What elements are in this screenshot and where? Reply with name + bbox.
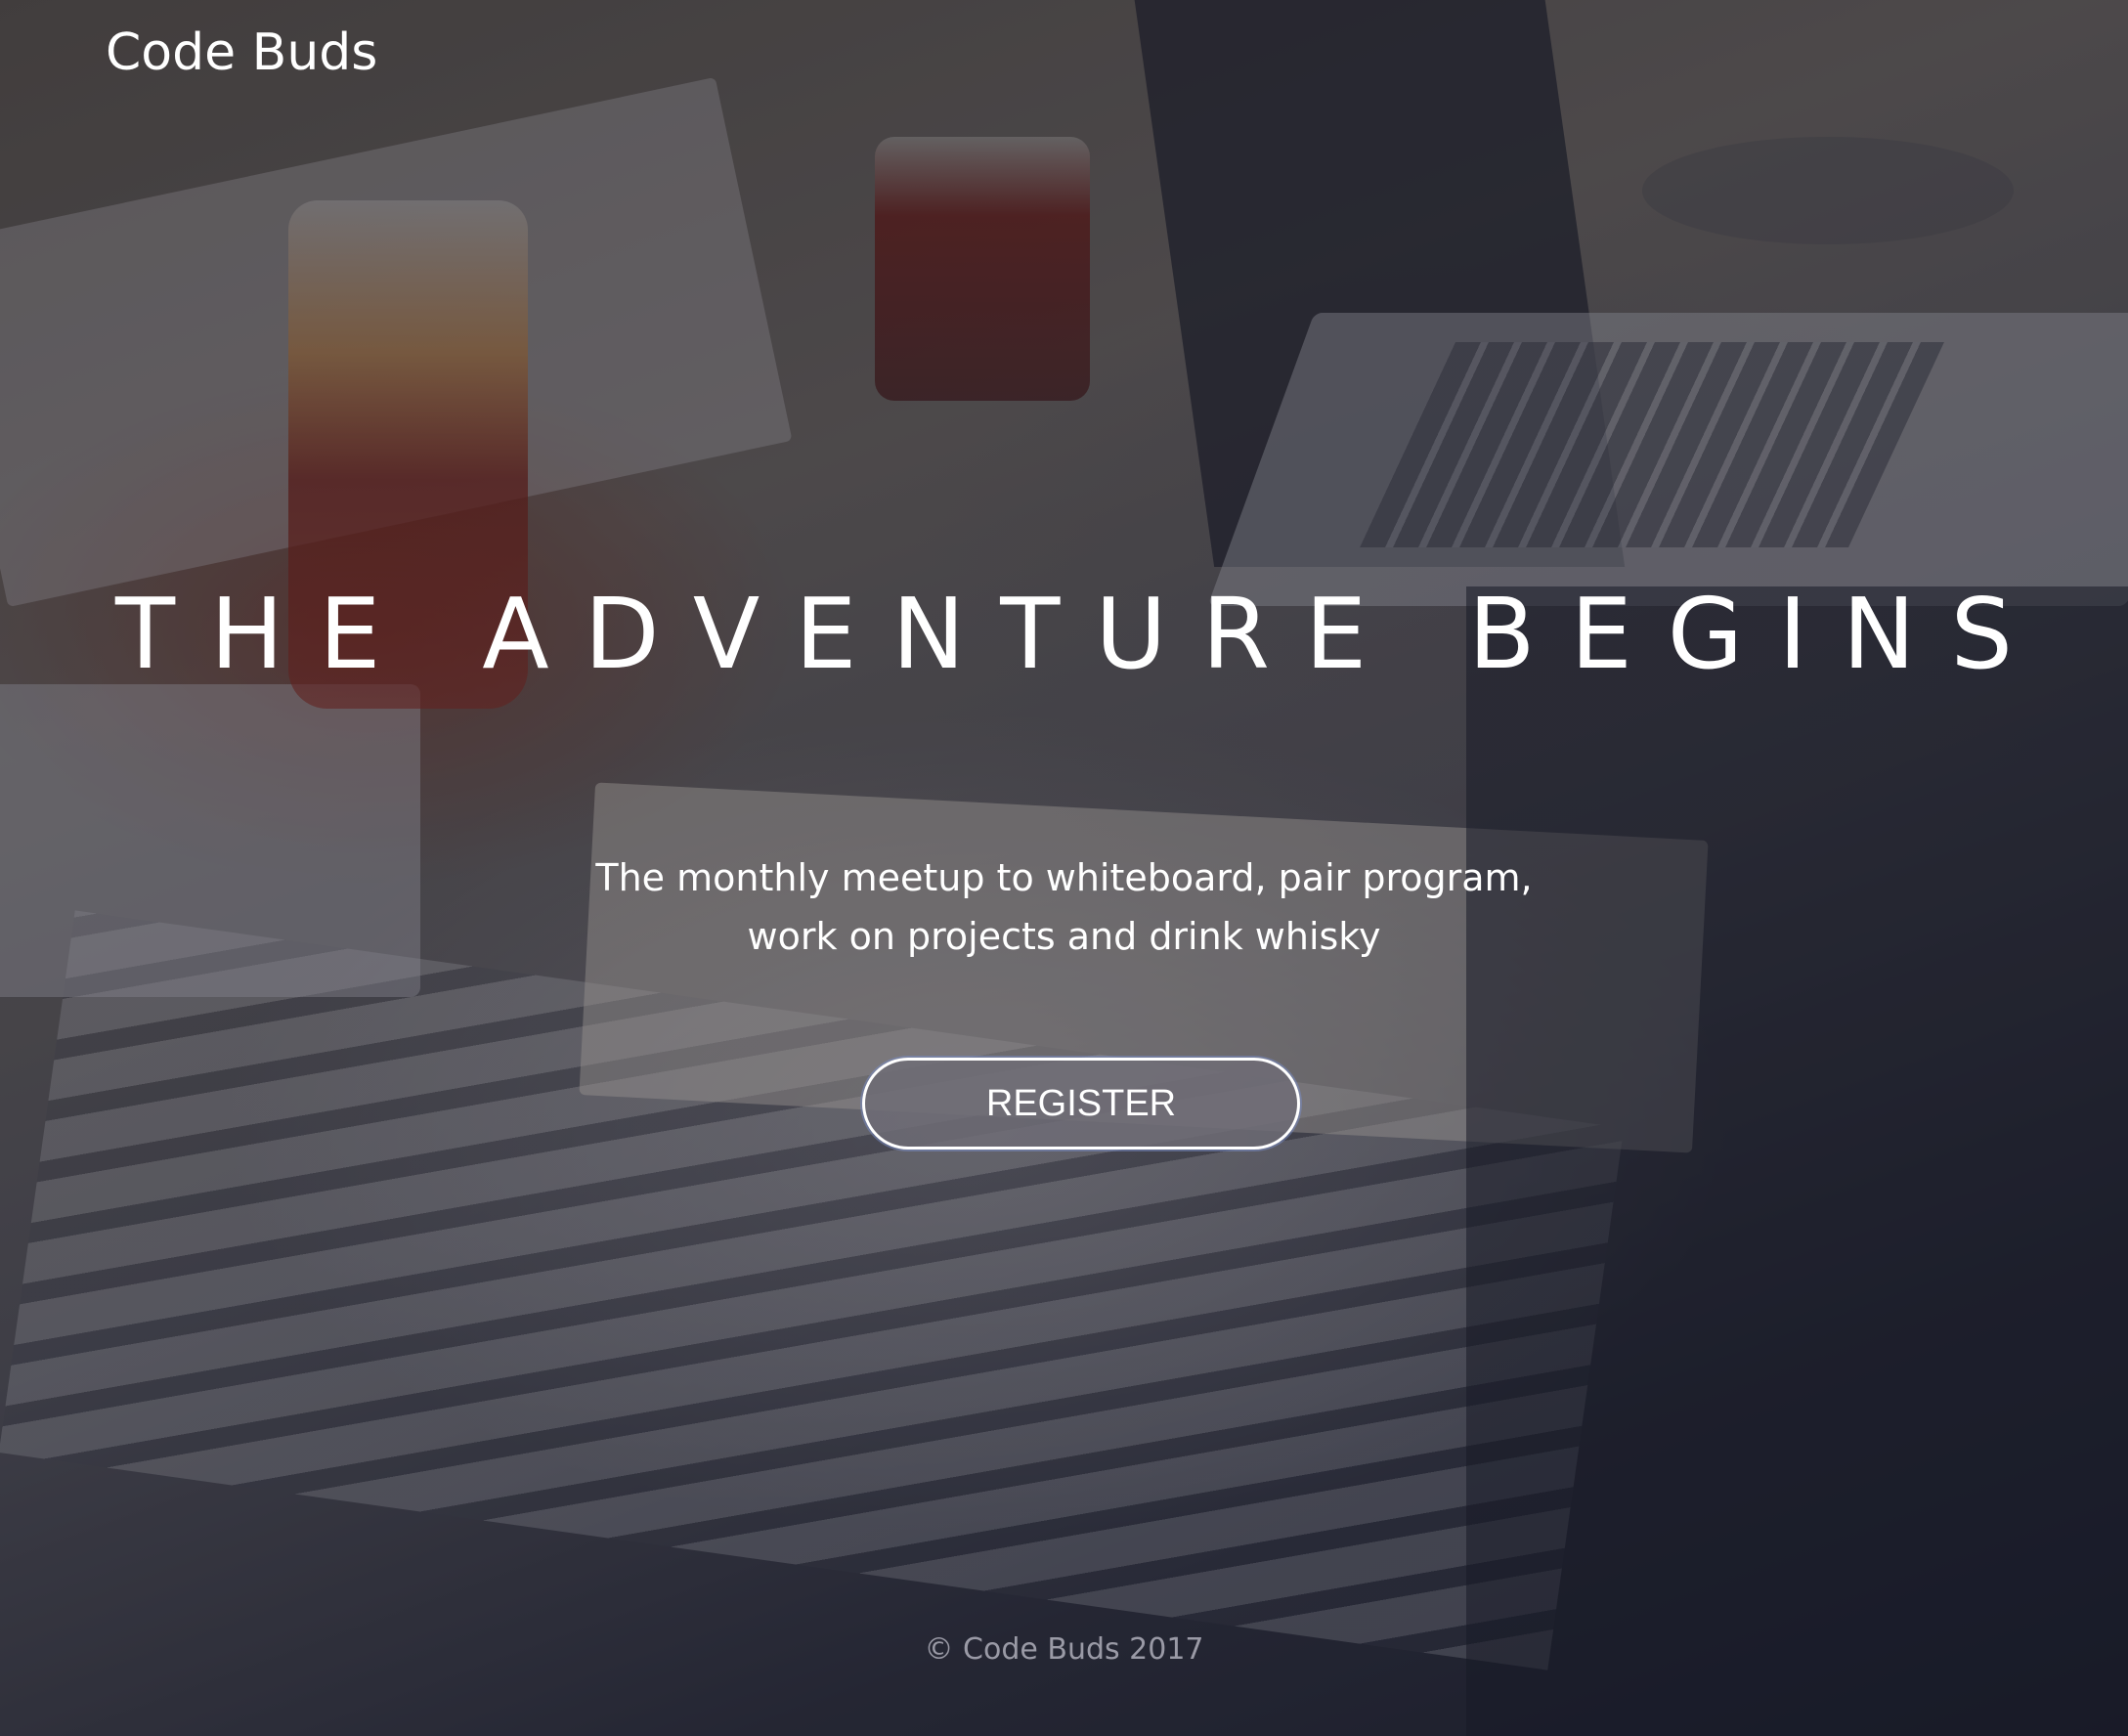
tagline-line-2: work on projects and drink whisky: [747, 915, 1381, 958]
hero-section: Code Buds THE ADVENTURE BEGINS The month…: [0, 0, 2128, 1736]
brand-logo-link[interactable]: Code Buds: [106, 23, 377, 82]
footer-copyright: © Code Buds 2017: [924, 1632, 1204, 1667]
hero-headline: THE ADVENTURE BEGINS: [114, 577, 2049, 691]
hero-tagline: The monthly meetup to whiteboard, pair p…: [0, 848, 2128, 966]
register-button[interactable]: REGISTER: [862, 1058, 1300, 1150]
tagline-line-1: The monthly meetup to whiteboard, pair p…: [595, 856, 1533, 899]
